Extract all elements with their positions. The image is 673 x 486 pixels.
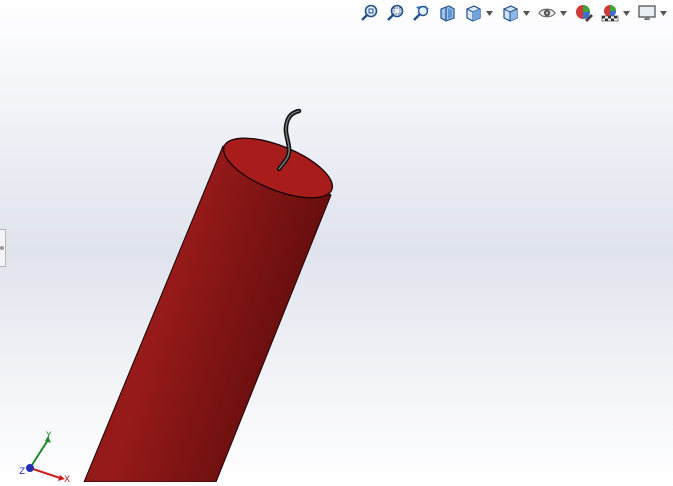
y-axis-label: Y bbox=[45, 431, 52, 441]
view-settings-dropdown-icon[interactable] bbox=[659, 2, 667, 24]
z-axis-label: Z bbox=[19, 467, 25, 477]
display-style-icon[interactable] bbox=[499, 2, 521, 24]
x-axis-label: X bbox=[64, 475, 70, 482]
handle-grip-icon bbox=[0, 246, 4, 250]
y-axis-line bbox=[29, 439, 49, 469]
view-orientation-icon[interactable] bbox=[462, 2, 484, 24]
scene-icon[interactable] bbox=[599, 2, 621, 24]
feature-manager-panel-handle[interactable] bbox=[0, 229, 6, 267]
zoom-area-icon[interactable] bbox=[384, 2, 406, 24]
appearance-icon[interactable] bbox=[573, 2, 595, 24]
z-axis-dot bbox=[26, 464, 34, 472]
scene-dropdown-icon[interactable] bbox=[622, 2, 630, 24]
reference-triad: Y X Z bbox=[19, 431, 70, 482]
eye-icon[interactable] bbox=[536, 2, 558, 24]
x-axis-line bbox=[29, 467, 61, 479]
view-orientation-dropdown-icon[interactable] bbox=[485, 2, 493, 24]
graphics-area[interactable] bbox=[0, 0, 673, 483]
section-view-icon[interactable] bbox=[436, 2, 458, 24]
zoom-fit-icon[interactable] bbox=[358, 2, 380, 24]
hide-show-dropdown-icon[interactable] bbox=[559, 2, 567, 24]
heads-up-view-toolbar bbox=[358, 2, 673, 24]
monitor-icon[interactable] bbox=[636, 2, 658, 24]
model-canvas[interactable] bbox=[0, 0, 673, 483]
previous-view-icon[interactable] bbox=[410, 2, 432, 24]
display-style-dropdown-icon[interactable] bbox=[522, 2, 530, 24]
